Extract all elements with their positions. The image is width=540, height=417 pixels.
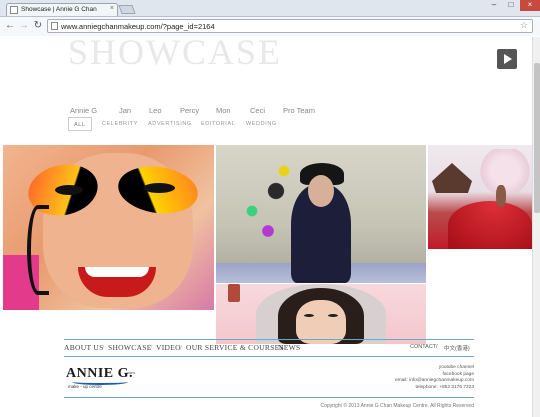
play-button[interactable] (497, 49, 517, 69)
footer-divider-top (64, 339, 474, 340)
back-arrow-icon[interactable]: ← (4, 20, 16, 32)
footer-link-about-us[interactable]: ABOUT US (64, 343, 104, 352)
reload-icon[interactable]: ↻ (32, 20, 44, 32)
filter-all[interactable]: ALL (68, 117, 92, 131)
footer-link-news[interactable]: NEWS (278, 343, 300, 352)
footer-link-services[interactable]: OUR SERVICE & COURSES (186, 343, 284, 352)
separator-text: / (436, 344, 438, 350)
maximize-button[interactable]: □ (503, 0, 519, 11)
footer-divider-bottom (64, 397, 474, 398)
footer-divider-middle (64, 356, 474, 357)
new-tab-button[interactable] (118, 5, 136, 14)
window-close-button[interactable]: × (520, 0, 540, 11)
watermark-logo-icon (228, 284, 240, 302)
artist-link-pro-team[interactable]: Pro Team (283, 106, 315, 115)
filter-celebrity[interactable]: CELEBRITY (102, 117, 138, 131)
artist-link-leo[interactable]: Leo (149, 106, 162, 115)
language-link[interactable]: 中文(香港) (444, 344, 470, 352)
artist-link-annie-g[interactable]: Annie G (70, 106, 97, 115)
scrollbar-thumb[interactable] (534, 63, 540, 213)
artist-link-percy[interactable]: Percy (180, 106, 199, 115)
page-scrollbar[interactable] (532, 37, 540, 417)
showcase-gallery (0, 145, 532, 344)
url-text: www.anniegchanmakeup.com/?page_id=2164 (61, 22, 215, 31)
filter-advertising[interactable]: ADVERTISING (148, 117, 192, 131)
bookmark-star-icon[interactable]: ☆ (520, 20, 528, 31)
filter-wedding[interactable]: WEDDING (246, 117, 277, 131)
email-text[interactable]: email: info@anniegchanmakeup.com (380, 378, 474, 385)
annie-g-logo[interactable]: ANNIE G. .com make - up centre (66, 366, 140, 389)
tab-title: Showcase | Annie G Chan (21, 6, 97, 13)
browser-tab[interactable]: Showcase | Annie G Chan × (6, 3, 118, 16)
telephone-text: telephone: +852 3176 7223 (415, 384, 474, 390)
contact-info: youtube channel facebook page email: inf… (380, 365, 474, 391)
contact-link[interactable]: CONTACT (410, 344, 436, 350)
copyright-text: Copyright © 2013 Annie G Chan Makeup Cen… (320, 403, 475, 409)
gallery-image-editorial[interactable] (216, 145, 426, 283)
footer-link-showcase[interactable]: SHOWCASE (108, 343, 152, 352)
page-title: SHOWCASE (68, 37, 283, 72)
navigation-bar: ← → ↻ www.anniegchanmakeup.com/?page_id=… (0, 16, 540, 36)
gallery-image-red-dress[interactable] (428, 145, 532, 249)
footer-link-video[interactable]: VIDEO (156, 343, 181, 352)
page-icon (51, 22, 58, 30)
tab-strip: Showcase | Annie G Chan × – □ × (0, 0, 540, 16)
address-bar[interactable]: www.anniegchanmakeup.com/?page_id=2164 ☆ (47, 19, 533, 33)
artist-link-mon[interactable]: Mon (216, 106, 231, 115)
browser-chrome: Showcase | Annie G Chan × – □ × ← → ↻ ww… (0, 0, 540, 36)
page-favicon-icon (10, 6, 18, 14)
gallery-image-bride[interactable] (216, 284, 426, 344)
close-tab-icon[interactable]: × (110, 5, 114, 12)
web-page: SHOWCASE Annie G Jan Leo Percy Mon Ceci … (0, 37, 532, 417)
logo-tagline: make - up centre (68, 384, 102, 389)
logo-domain: .com (126, 370, 135, 375)
forward-arrow-icon[interactable]: → (18, 20, 30, 32)
gallery-image-painted-face[interactable] (3, 145, 214, 310)
artist-link-jan[interactable]: Jan (119, 106, 131, 115)
filter-editorial[interactable]: EDITORIAL (201, 117, 235, 131)
artist-link-ceci[interactable]: Ceci (250, 106, 265, 115)
minimize-button[interactable]: – (486, 0, 502, 11)
